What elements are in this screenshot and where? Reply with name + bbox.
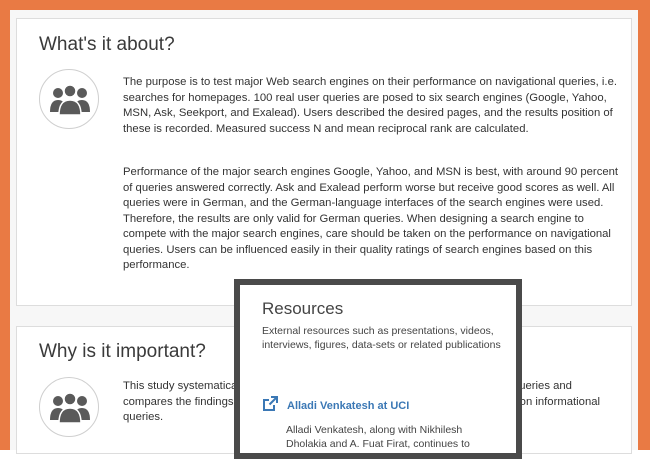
about-paragraph-purpose: The purpose is to test major Web search …: [123, 76, 617, 135]
external-link-icon: [262, 395, 279, 417]
section-title-why-important: Why is it important?: [39, 341, 206, 362]
resources-title: Resources: [262, 299, 344, 318]
resources-popup: Resources External resources such as pre…: [234, 279, 522, 459]
whats-it-about-section: What's it about? The purpose is to test …: [16, 18, 632, 306]
people-group-icon: [39, 377, 99, 437]
resource-link-alladi-venkatesh[interactable]: Alladi Venkatesh at UCI: [262, 395, 409, 417]
resource-link-label: Alladi Venkatesh at UCI: [287, 400, 410, 412]
resources-description: External resources such as presentations…: [262, 325, 501, 351]
section-title-whats-it-about: What's it about?: [39, 34, 175, 55]
about-paragraph-performance: Performance of the major search engines …: [123, 166, 619, 271]
people-group-icon: [39, 69, 99, 129]
resource-note: Alladi Venkatesh, along with Nikhilesh D…: [286, 424, 470, 450]
